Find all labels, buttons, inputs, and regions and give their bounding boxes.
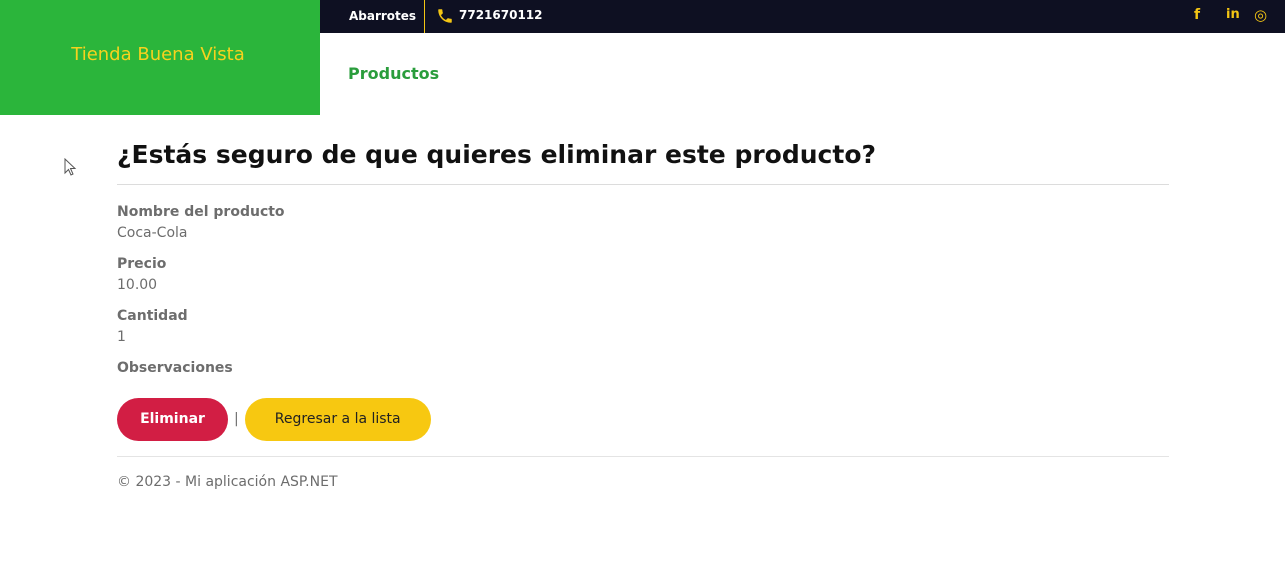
instagram-icon[interactable]: ◎ [1254,5,1267,25]
field-label-nombre: Nombre del producto [117,204,285,220]
field-label-precio: Precio [117,256,167,272]
back-to-list-button[interactable]: Regresar a la lista [244,397,431,441]
title-divider [117,184,1169,185]
field-label-cantidad: Cantidad [117,308,188,324]
brand-block: Tienda Buena Vista [0,0,320,115]
category-label: Abarrotes [349,9,417,23]
product-details: Nombre del producto Coca-Cola Precio 10.… [117,203,285,411]
nav-productos-link[interactable]: Productos [348,64,439,83]
topbar-divider [424,0,425,33]
linkedin-icon[interactable]: in [1226,5,1240,25]
brand-name[interactable]: Tienda Buena Vista [0,44,316,65]
field-value-nombre: Coca-Cola [117,225,188,241]
delete-button[interactable]: Eliminar [117,397,228,441]
field-value-precio: 10.00 [117,277,158,293]
phone-number: 7721670112 [459,8,543,22]
form-actions: Eliminar | Regresar a la lista [117,397,431,441]
page-title: ¿Estás seguro de que quieres eliminar es… [117,140,876,169]
footer-divider [117,456,1169,457]
phone-icon [438,9,452,23]
action-separator: | [234,411,239,427]
delete-confirmation: ¿Estás seguro de que quieres eliminar es… [117,138,1169,490]
top-bar: Abarrotes 7721670112 f in ◎ [320,0,1285,33]
mouse-cursor-icon [64,158,77,176]
field-label-observaciones: Observaciones [117,360,233,376]
field-value-cantidad: 1 [117,329,126,345]
footer-text: © 2023 - Mi aplicación ASP.NET [117,474,338,490]
facebook-icon[interactable]: f [1194,5,1200,25]
